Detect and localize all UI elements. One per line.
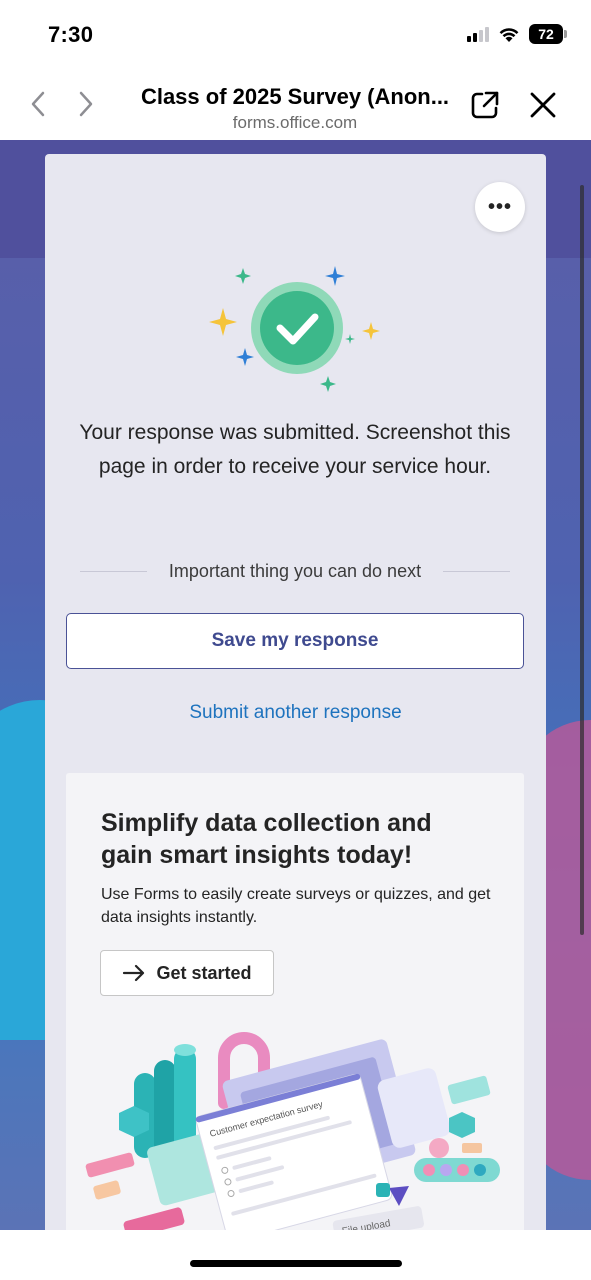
promo-title: Simplify data collection and gain smart … xyxy=(101,809,432,869)
page-area: ••• Your response was submitted. Screens… xyxy=(0,140,591,1230)
battery-level: 72 xyxy=(529,24,563,44)
battery-icon: 72 xyxy=(529,24,567,44)
status-time: 7:30 xyxy=(48,22,94,47)
close-icon xyxy=(530,92,556,118)
chevron-right-icon xyxy=(79,91,93,117)
status-bar: 7:30 72 xyxy=(0,0,591,70)
more-options-button[interactable]: ••• xyxy=(475,182,525,232)
check-circle-icon xyxy=(209,266,380,392)
home-area xyxy=(0,1230,591,1280)
page-domain: forms.office.com xyxy=(232,113,358,132)
confirmation-message: Your response was submitted. Screenshot … xyxy=(79,421,511,478)
forms-promo: Simplify data collection and gain smart … xyxy=(66,773,524,1230)
scrollbar[interactable] xyxy=(580,185,584,935)
divider xyxy=(443,570,511,572)
response-card: ••• Your response was submitted. Screens… xyxy=(45,154,546,1230)
save-response-button[interactable]: Save my response xyxy=(66,613,524,669)
submit-another-link[interactable]: Submit another response xyxy=(45,702,546,724)
home-indicator[interactable] xyxy=(190,1260,402,1267)
wifi-icon xyxy=(499,28,519,42)
page-title-block: Class of 2025 Survey (Anon... forms.offi… xyxy=(120,84,470,133)
close-button[interactable] xyxy=(526,88,560,122)
arrow-right-icon xyxy=(123,964,145,982)
open-external-button[interactable] xyxy=(468,88,502,122)
back-button[interactable] xyxy=(22,84,54,124)
divider xyxy=(80,570,147,572)
get-started-button[interactable]: Get started xyxy=(100,950,274,996)
get-started-label: Get started xyxy=(156,962,252,983)
chevron-left-icon xyxy=(31,91,45,117)
promo-description: Use Forms to easily create surveys or qu… xyxy=(101,886,491,926)
forms-illustration: Customer expectation survey File upload xyxy=(85,1032,500,1230)
browser-header: Class of 2025 Survey (Anon... forms.offi… xyxy=(0,70,591,140)
page-title: Class of 2025 Survey (Anon... xyxy=(140,84,450,109)
next-steps-label: Important thing you can do next xyxy=(168,560,422,581)
next-steps-heading: Important thing you can do next xyxy=(80,559,511,583)
status-indicators: 72 xyxy=(467,22,567,46)
forward-button[interactable] xyxy=(70,84,102,124)
open-external-icon xyxy=(471,91,499,119)
cellular-signal-icon xyxy=(467,26,489,42)
